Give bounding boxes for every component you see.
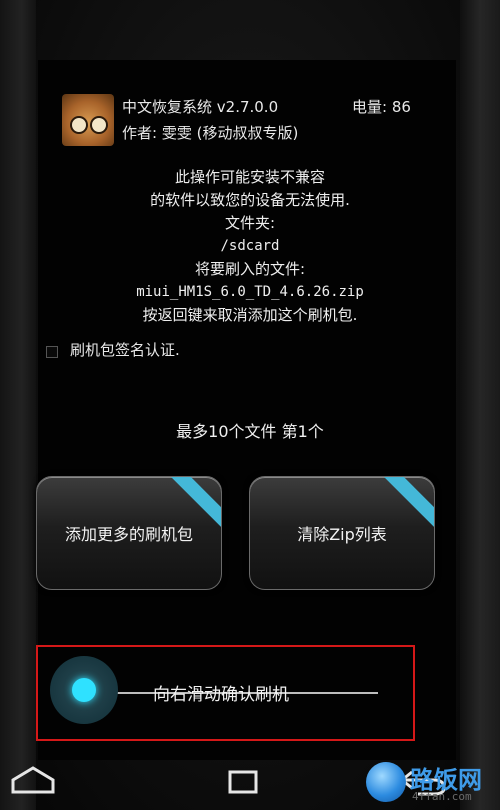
logo-eye-right	[90, 116, 108, 134]
signature-check-checkbox[interactable]	[46, 346, 58, 358]
author-label: 作者: 雯雯 (移动叔叔专版)	[122, 124, 299, 142]
message-line: 将要刷入的文件:	[194, 260, 306, 278]
watermark-url: 4ffan.com	[412, 790, 472, 803]
site-watermark: 路饭网 4ffan.com	[364, 758, 500, 810]
globe-icon	[366, 762, 406, 802]
swipe-handle-dot[interactable]	[72, 678, 96, 702]
add-more-button[interactable]: 添加更多的刷机包	[36, 476, 222, 590]
app-logo	[62, 94, 114, 146]
phone-bezel-right	[460, 0, 500, 810]
recent-apps-icon[interactable]	[226, 762, 260, 798]
message-line: 的软件以致您的设备无法使用.	[150, 191, 350, 209]
message-line: 文件夹:	[224, 214, 276, 232]
clear-zip-button[interactable]: 清除Zip列表	[249, 476, 435, 590]
clear-zip-label: 清除Zip列表	[297, 525, 387, 544]
phone-frame: 中文恢复系统 v2.7.0.0 电量: 86 作者: 雯雯 (移动叔叔专版) 此…	[0, 0, 500, 810]
message-line: 此操作可能安装不兼容	[174, 168, 325, 186]
message-line: 按返回键来取消添加这个刷机包.	[142, 306, 358, 324]
file-count: 最多10个文件 第1个	[176, 422, 324, 441]
folder-path: /sdcard	[220, 238, 280, 254]
phone-bezel-left	[0, 0, 36, 810]
signature-check-label: 刷机包签名认证.	[70, 341, 180, 359]
add-more-label: 添加更多的刷机包	[64, 525, 193, 544]
swipe-label: 向右滑动确认刷机	[153, 685, 289, 705]
zip-filename: miui_HM1S_6.0_TD_4.6.26.zip	[136, 284, 364, 300]
logo-eye-left	[70, 116, 88, 134]
battery-status: 电量: 86	[352, 98, 411, 116]
app-title: 中文恢复系统 v2.7.0.0	[122, 98, 279, 116]
home-icon[interactable]	[8, 762, 58, 798]
